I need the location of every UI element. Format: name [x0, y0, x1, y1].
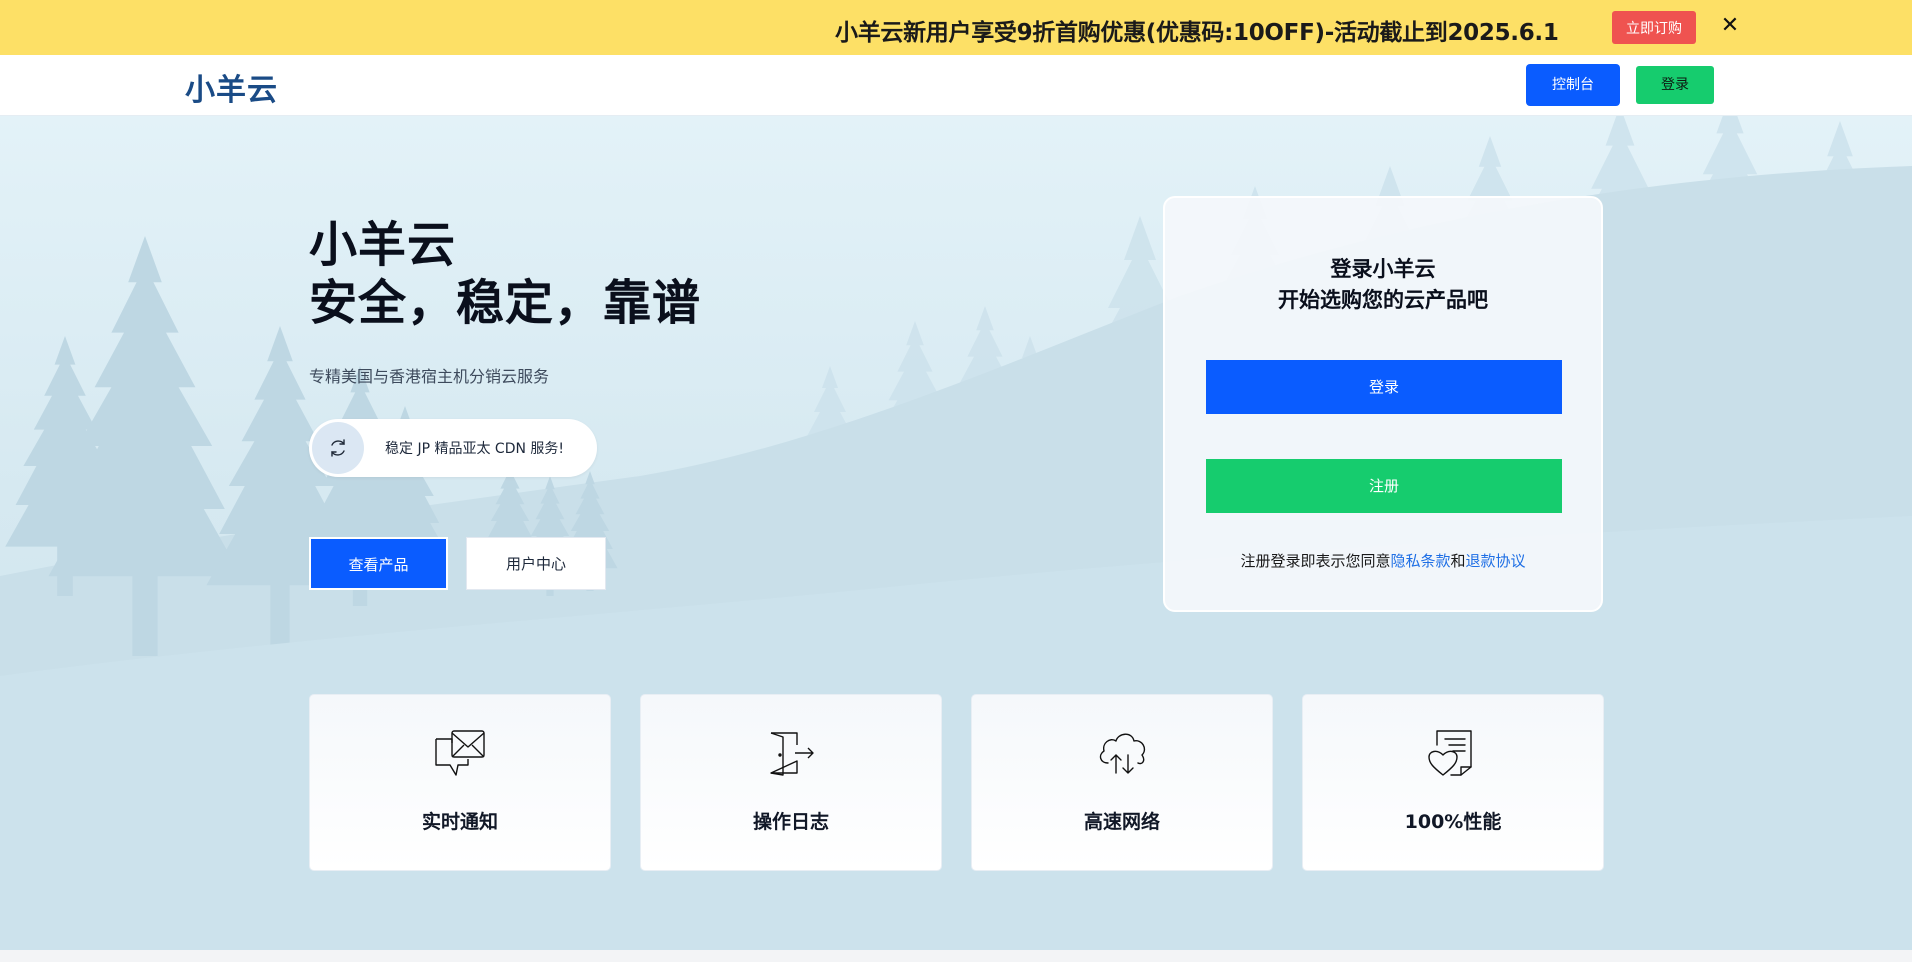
header-login-button[interactable]: 登录: [1636, 66, 1714, 104]
view-products-button[interactable]: 查看产品: [309, 537, 448, 590]
pill-text: 稳定 JP 精品亚太 CDN 服务!: [385, 441, 565, 457]
card-login-button[interactable]: 登录: [1206, 360, 1562, 414]
login-card-title-line1: 登录小羊云: [1330, 257, 1436, 281]
site-header: 小羊云 控制台 登录: [0, 55, 1912, 116]
hero-title-line2: 安全，稳定，靠谱: [309, 275, 702, 331]
page-bottom-divider: [0, 950, 1912, 962]
terms-and: 和: [1450, 552, 1466, 570]
cloud-transfer-icon: [1099, 733, 1146, 774]
hero-title: 小羊云 安全，稳定，靠谱: [309, 216, 701, 332]
feature-label: 高速网络: [1083, 811, 1160, 833]
cdn-feature-pill[interactable]: 稳定 JP 精品亚太 CDN 服务!: [309, 419, 597, 477]
login-card-title-line2: 开始选购您的云产品吧: [1278, 288, 1488, 312]
feature-card-logs[interactable]: 操作日志: [640, 694, 942, 871]
door-exit-icon: [770, 732, 814, 776]
console-button[interactable]: 控制台: [1526, 64, 1620, 106]
terms-notice: 注册登录即表示您同意隐私条款和退款协议: [1165, 550, 1601, 571]
close-icon[interactable]: ✕: [1719, 10, 1741, 42]
order-now-button[interactable]: 立即订购: [1612, 11, 1696, 44]
hero-title-line1: 小羊云: [309, 217, 457, 273]
feature-label: 操作日志: [752, 811, 829, 833]
forest-background-illustration: [0, 116, 1912, 950]
feature-label: 实时通知: [421, 811, 498, 833]
terms-prefix: 注册登录即表示您同意: [1240, 552, 1391, 570]
login-card: 登录小羊云 开始选购您的云产品吧 登录 注册 注册登录即表示您同意隐私条款和退款…: [1163, 196, 1603, 612]
login-card-title: 登录小羊云 开始选购您的云产品吧: [1165, 254, 1601, 316]
user-center-button[interactable]: 用户中心: [466, 537, 606, 590]
refresh-icon: [312, 422, 364, 474]
privacy-link[interactable]: 隐私条款: [1390, 552, 1450, 570]
refund-link[interactable]: 退款协议: [1466, 552, 1526, 570]
site-logo[interactable]: 小羊云: [185, 65, 278, 109]
hero-section: 小羊云 安全，稳定，靠谱 专精美国与香港宿主机分销云服务 稳定 JP 精品亚太 …: [0, 116, 1912, 950]
card-register-button[interactable]: 注册: [1206, 459, 1562, 513]
feature-card-performance[interactable]: 100%性能: [1302, 694, 1604, 871]
promo-banner: 小羊云新用户享受9折首购优惠(优惠码:10OFF)-活动截止到2025.6.1 …: [0, 0, 1912, 55]
message-notification-icon: [435, 730, 485, 776]
feature-card-network[interactable]: 高速网络: [971, 694, 1273, 871]
document-heart-icon: [1428, 730, 1472, 776]
feature-label: 100%性能: [1404, 811, 1502, 833]
promo-text: 小羊云新用户享受9折首购优惠(优惠码:10OFF)-活动截止到2025.6.1: [835, 20, 1559, 46]
feature-card-notification[interactable]: 实时通知: [309, 694, 611, 871]
hero-subtitle: 专精美国与香港宿主机分销云服务: [309, 367, 550, 386]
